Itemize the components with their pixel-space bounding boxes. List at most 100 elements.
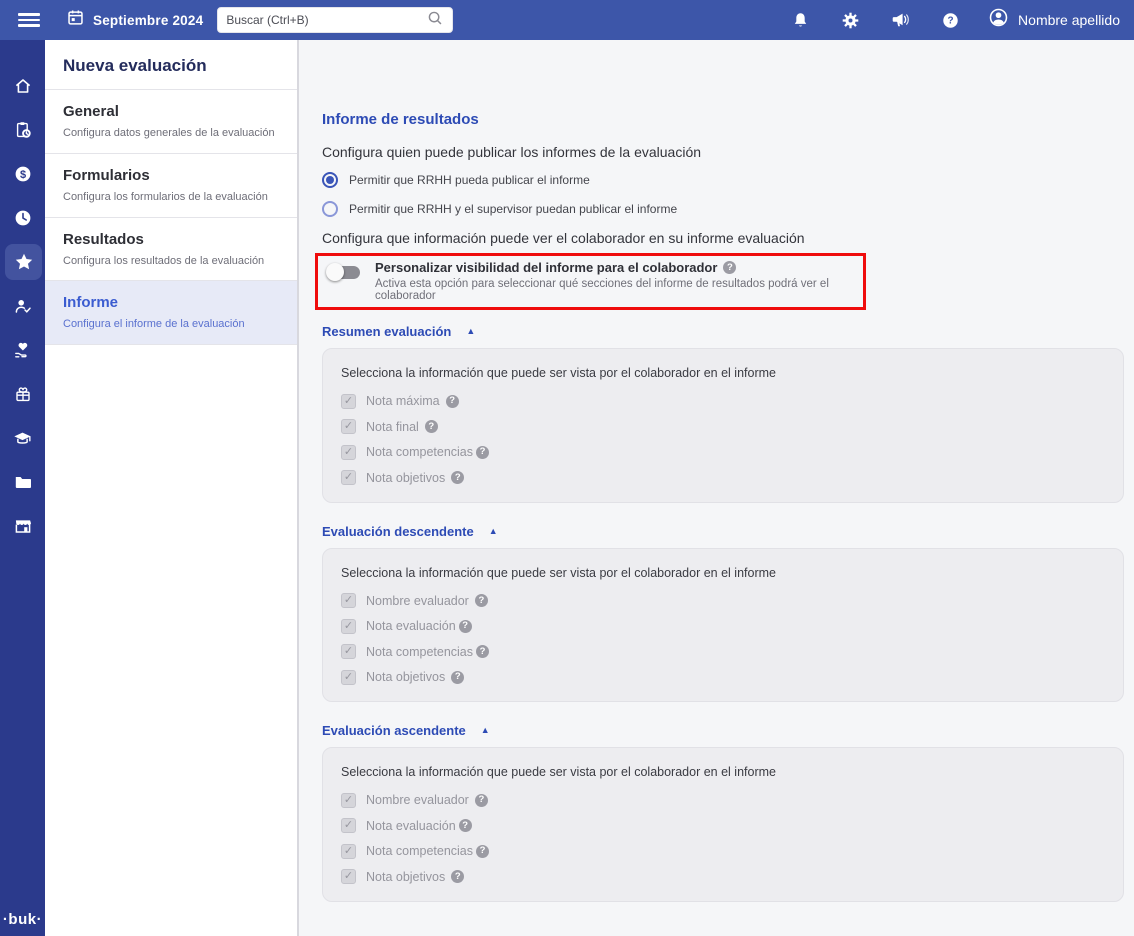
- option-help-icon[interactable]: [476, 445, 490, 459]
- checkbox-checked-disabled[interactable]: [341, 792, 356, 808]
- help-icon[interactable]: ?: [940, 10, 960, 30]
- nav-item-description: Configura datos generales de la evaluaci…: [63, 127, 275, 139]
- option-label: Nota final: [366, 419, 419, 434]
- publish-question: Configura quien puede publicar los infor…: [322, 144, 702, 160]
- evaluation-nav-panel: Nueva evaluación General Configura datos…: [45, 40, 299, 936]
- option-help-icon[interactable]: [476, 645, 490, 658]
- option-label: Nota competencias: [366, 445, 474, 459]
- radio-label: Permitir que RRHH y el supervisor puedan…: [349, 202, 678, 216]
- rail-item-selection[interactable]: [0, 284, 45, 328]
- option-row: Nota máxima: [341, 393, 1105, 409]
- search-box[interactable]: [217, 7, 454, 33]
- option-help-icon[interactable]: [458, 619, 472, 633]
- topbar: Septiembre 2024 ? Nombre apellido: [0, 0, 1134, 40]
- gear-icon[interactable]: [840, 10, 860, 30]
- section-header-label: Resumen evaluación: [322, 324, 452, 339]
- rail-item-training[interactable]: [0, 416, 45, 460]
- option-label: Nota evaluación: [366, 619, 456, 633]
- option-help-icon[interactable]: [451, 670, 465, 684]
- option-row: Nota competencias: [341, 444, 1105, 460]
- svg-text:?: ?: [947, 15, 953, 26]
- checkbox-checked-disabled[interactable]: [341, 593, 356, 608]
- rail-item-payroll[interactable]: $: [0, 152, 45, 196]
- buk-logo: ·buk·: [2, 911, 43, 928]
- rail-item-home[interactable]: [0, 64, 45, 108]
- section-header-resumen[interactable]: Resumen evaluación ▲: [322, 324, 1124, 339]
- checkbox-checked-disabled[interactable]: [341, 419, 356, 434]
- period-label: Septiembre 2024: [93, 12, 204, 28]
- nav-item-label: Resultados: [63, 230, 144, 248]
- star-icon: [14, 252, 34, 272]
- checkbox-checked-disabled[interactable]: [341, 444, 356, 460]
- option-label: Nota competencias: [366, 844, 474, 858]
- rail-item-time[interactable]: [0, 196, 45, 240]
- rail-item-marketplace[interactable]: [0, 504, 45, 548]
- panel-ascendente: Selecciona la información que puede ser …: [322, 747, 1124, 902]
- radio-selected-icon[interactable]: [322, 172, 338, 188]
- megaphone-icon[interactable]: [890, 10, 910, 30]
- section-header-label: Evaluación descendente: [322, 523, 474, 539]
- user-name: Nombre apellido: [1018, 12, 1120, 28]
- section-header-ascendente[interactable]: Evaluación ascendente ▲: [322, 723, 1124, 738]
- search-input[interactable]: [226, 13, 427, 27]
- rail-item-documents[interactable]: [0, 460, 45, 504]
- bell-icon[interactable]: [790, 10, 810, 30]
- checkbox-checked-disabled[interactable]: [341, 470, 356, 485]
- option-row: Nota evaluación: [341, 818, 1105, 834]
- collapse-caret-icon: ▲: [466, 326, 476, 336]
- radio-unselected-icon[interactable]: [322, 201, 338, 217]
- option-label: Nota competencias: [366, 644, 474, 659]
- nav-item-informe[interactable]: Informe Configura el informe de la evalu…: [45, 281, 297, 345]
- menu-icon[interactable]: [18, 13, 40, 27]
- section-title: Informe de resultados: [322, 111, 479, 128]
- checkbox-checked-disabled[interactable]: [341, 644, 356, 659]
- nav-item-description: Configura los resultados de la evaluació…: [63, 254, 265, 267]
- visibility-toggle-row: Personalizar visibilidad del informe par…: [326, 260, 855, 302]
- collapse-caret-icon: ▲: [480, 725, 490, 735]
- option-help-icon[interactable]: [474, 793, 488, 807]
- option-help-icon[interactable]: [458, 819, 472, 832]
- radio-option-rrhh-supervisor[interactable]: Permitir que RRHH y el supervisor puedan…: [322, 200, 1124, 218]
- toggle-label: Personalizar visibilidad del informe par…: [375, 260, 718, 275]
- panel-resumen: Selecciona la información que puede ser …: [322, 348, 1124, 503]
- store-icon: [13, 516, 33, 536]
- panel-intro: Selecciona la información que puede ser …: [341, 565, 776, 580]
- checkbox-checked-disabled[interactable]: [341, 618, 356, 634]
- option-help-icon[interactable]: [476, 844, 490, 858]
- checkbox-checked-disabled[interactable]: [341, 818, 356, 833]
- checkbox-checked-disabled[interactable]: [341, 669, 356, 685]
- option-label: Nota máxima: [366, 394, 440, 408]
- checkbox-checked-disabled[interactable]: [341, 393, 356, 409]
- checkbox-checked-disabled[interactable]: [341, 869, 356, 884]
- rail-item-tasks[interactable]: [0, 108, 45, 152]
- page-title: Nueva evaluación: [63, 56, 207, 75]
- radio-label: Permitir que RRHH pueda publicar el info…: [349, 173, 590, 187]
- radio-option-rrhh[interactable]: Permitir que RRHH pueda publicar el info…: [322, 171, 1124, 189]
- period-selector[interactable]: Septiembre 2024: [66, 8, 203, 32]
- option-help-icon[interactable]: [451, 870, 465, 883]
- option-label: Nombre evaluador: [366, 793, 469, 807]
- nav-item-general[interactable]: General Configura datos generales de la …: [45, 90, 297, 154]
- search-icon: [426, 9, 444, 32]
- nav-item-resultados[interactable]: Resultados Configura los resultados de l…: [45, 218, 297, 282]
- toggle-help-icon[interactable]: [723, 261, 737, 274]
- visibility-question: Configura que información puede ver el c…: [322, 230, 805, 246]
- step-list: General Configura datos generales de la …: [45, 89, 297, 345]
- gift-icon: [13, 384, 33, 404]
- user-menu[interactable]: Nombre apellido: [988, 7, 1120, 33]
- rail-item-talent[interactable]: [5, 244, 42, 280]
- checkbox-checked-disabled[interactable]: [341, 843, 356, 859]
- rail-item-celebrations[interactable]: [0, 372, 45, 416]
- visibility-toggle[interactable]: [326, 263, 362, 281]
- section-header-label: Evaluación ascendente: [322, 723, 466, 738]
- option-help-icon[interactable]: [451, 471, 465, 484]
- rail-item-benefits[interactable]: [0, 328, 45, 372]
- option-help-icon[interactable]: [445, 394, 459, 408]
- option-row: Nota final: [341, 419, 1105, 435]
- folder-icon: [13, 472, 33, 492]
- svg-text:$: $: [19, 169, 25, 181]
- option-help-icon[interactable]: [424, 420, 438, 433]
- section-header-descendente[interactable]: Evaluación descendente ▲: [322, 524, 1124, 539]
- option-help-icon[interactable]: [474, 594, 488, 607]
- nav-item-formularios[interactable]: Formularios Configura los formularios de…: [45, 154, 297, 218]
